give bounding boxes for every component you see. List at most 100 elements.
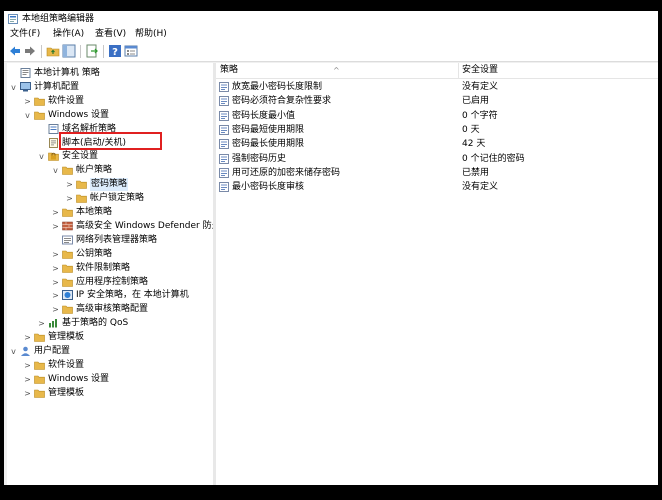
sort-ascending-icon: ^ <box>333 66 340 75</box>
expand-chevron-icon[interactable]: > <box>51 248 60 261</box>
expand-chevron-icon[interactable]: > <box>23 359 32 372</box>
script-icon <box>49 137 58 148</box>
expand-chevron-icon[interactable]: > <box>51 303 60 316</box>
window-title: 本地组策略编辑器 <box>22 14 95 24</box>
group-policy-editor-window: 本地组策略编辑器 文件(F) 操作(A) 查看(V) 帮助(H) ? 本地计算机… <box>4 11 658 485</box>
folder-icon <box>62 166 73 176</box>
policy-row[interactable]: 密码长度最小值 0 个字符 <box>216 109 658 123</box>
tree-item-label: 软件设置 <box>48 95 85 106</box>
policy-setting-icon <box>219 96 229 107</box>
menu-help[interactable]: 帮助(H) <box>133 28 169 41</box>
policy-row[interactable]: 强制密码历史 0 个记住的密码 <box>216 152 658 166</box>
tree-item-label: 公钥策略 <box>76 248 113 259</box>
expand-chevron-icon[interactable]: > <box>23 95 32 108</box>
folder-icon <box>34 333 45 342</box>
computer-icon <box>20 81 31 92</box>
expand-chevron-icon[interactable]: > <box>65 192 74 205</box>
expand-chevron-icon[interactable]: > <box>23 331 32 344</box>
tree-item-label: IP 安全策略，在 本地计算机 <box>76 290 189 301</box>
policy-icon <box>48 123 59 134</box>
folder-icon <box>34 375 45 384</box>
qos-chart-icon <box>49 319 57 328</box>
expand-chevron-icon[interactable]: > <box>51 220 60 233</box>
console-tree-pane[interactable]: 本地计算机 策略 v 计算机配置 > 软件设置 v Windows 设置 域名解析策略 脚本(启… <box>7 63 213 485</box>
policy-setting-icon <box>219 182 229 193</box>
firewall-icon <box>62 221 73 231</box>
tree-item-label: 基于策略的 QoS <box>62 318 129 329</box>
menu-action[interactable]: 操作(A) <box>51 28 86 41</box>
policy-row[interactable]: 密码最长使用期限 42 天 <box>216 137 658 151</box>
expand-chevron-icon[interactable]: > <box>51 206 60 219</box>
policy-name: 最小密码长度审核 <box>232 182 305 193</box>
tree-item-label: 管理模板 <box>48 332 85 343</box>
menu-bar: 文件(F) 操作(A) 查看(V) 帮助(H) <box>4 27 658 42</box>
policy-name: 密码长度最小值 <box>232 110 296 121</box>
collapse-chevron-icon[interactable]: v <box>37 150 46 163</box>
security-setting-value: 没有定义 <box>462 82 499 92</box>
app-icon <box>8 14 18 24</box>
policy-row[interactable]: 用可还原的加密来储存密码 已禁用 <box>216 166 658 180</box>
policy-row[interactable]: 密码必须符合复杂性要求 已启用 <box>216 94 658 108</box>
policy-row[interactable]: 密码最短使用期限 0 天 <box>216 123 658 137</box>
folder-icon <box>62 264 73 273</box>
folder-icon <box>34 361 45 370</box>
policy-name: 用可还原的加密来储存密码 <box>232 167 341 178</box>
tree-item-label: 高级审核策略配置 <box>76 304 149 315</box>
security-setting-value: 0 个记住的密码 <box>462 153 525 164</box>
expand-chevron-icon[interactable]: > <box>65 178 74 191</box>
collapse-chevron-icon[interactable]: v <box>23 109 32 122</box>
help-icon[interactable]: ? <box>108 44 122 58</box>
back-arrow-icon[interactable] <box>8 44 22 58</box>
svg-text:?: ? <box>112 47 118 58</box>
no-expander <box>51 234 60 247</box>
collapse-chevron-icon[interactable]: v <box>9 81 18 94</box>
export-list-icon[interactable] <box>85 44 99 58</box>
expand-chevron-icon[interactable]: > <box>23 387 32 400</box>
policy-name: 放宽最小密码长度限制 <box>232 82 323 92</box>
computer-policy-icon <box>20 68 31 78</box>
policy-setting-icon <box>219 153 229 164</box>
folder-icon <box>76 194 87 203</box>
security-setting-value: 已禁用 <box>462 167 490 178</box>
tree-item-label: 软件限制策略 <box>76 262 131 273</box>
folder-icon <box>76 180 87 189</box>
column-divider[interactable] <box>458 63 459 78</box>
folder-icon <box>62 305 73 315</box>
expand-chevron-icon[interactable]: > <box>37 317 46 330</box>
policy-row[interactable]: 放宽最小密码长度限制 没有定义 <box>216 80 658 94</box>
policy-name: 密码最长使用期限 <box>232 139 305 150</box>
security-setting-value: 已启用 <box>462 96 490 107</box>
security-icon <box>48 153 59 162</box>
policy-setting-icon <box>219 110 229 121</box>
folder-icon <box>34 97 45 106</box>
network-list-icon <box>62 235 73 245</box>
menu-view[interactable]: 查看(V) <box>93 28 128 41</box>
show-hide-tree-icon[interactable] <box>62 44 76 58</box>
menu-file[interactable]: 文件(F) <box>8 28 42 41</box>
collapse-chevron-icon[interactable]: v <box>51 164 60 177</box>
folder-icon <box>34 111 45 120</box>
toolbar-separator <box>80 45 81 58</box>
column-header-policy[interactable]: 策略 <box>220 63 238 78</box>
tree-item-label: 用户配置 <box>34 346 71 356</box>
tree-item-label: 帐户锁定策略 <box>90 193 145 204</box>
expand-chevron-icon[interactable]: > <box>51 289 60 302</box>
expand-chevron-icon[interactable]: > <box>23 373 32 386</box>
policy-setting-icon <box>219 167 229 178</box>
column-header-setting[interactable]: 安全设置 <box>462 63 498 78</box>
tree-item-label: 管理模板 <box>48 387 85 398</box>
tree-item-label: 密码策略 <box>90 178 129 192</box>
user-icon <box>21 346 30 356</box>
tree-item-label: Windows 设置 <box>48 109 110 120</box>
expand-chevron-icon[interactable]: > <box>51 276 60 289</box>
up-folder-icon[interactable] <box>46 44 60 58</box>
toolbar-separator <box>103 45 104 58</box>
expand-chevron-icon[interactable]: > <box>51 262 60 275</box>
tree-item-label: 高级安全 Windows Defender 防火 <box>76 220 213 231</box>
tree-item-label: 计算机配置 <box>34 81 80 92</box>
properties-icon[interactable] <box>124 44 138 58</box>
policy-row[interactable]: 最小密码长度审核 没有定义 <box>216 180 658 194</box>
details-pane[interactable]: 策略 ^ 安全设置 放宽最小密码长度限制 没有定义 密码必须符合复杂性要求 已启用 密码… <box>216 63 658 485</box>
collapse-chevron-icon[interactable]: v <box>9 345 18 358</box>
forward-arrow-icon[interactable] <box>23 44 37 58</box>
